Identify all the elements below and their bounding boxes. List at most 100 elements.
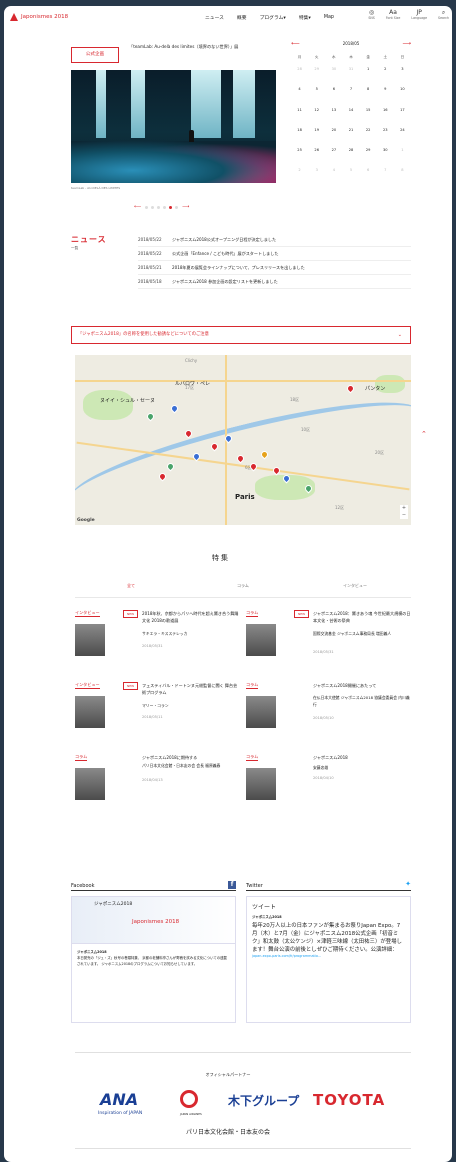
site-logo[interactable]: Japonismes 2018 <box>10 13 68 21</box>
calendar-day[interactable]: 14 <box>342 104 359 124</box>
kinoshita-logo[interactable]: 木下グループ <box>228 1092 299 1109</box>
calendar-day[interactable]: 8 <box>360 83 377 103</box>
map-pin[interactable] <box>169 403 180 414</box>
calendar-day[interactable]: 31 <box>342 63 359 83</box>
calendar-day[interactable]: 6 <box>325 83 342 103</box>
jal-logo-icon[interactable] <box>180 1090 198 1108</box>
calendar-day[interactable]: 26 <box>308 144 325 164</box>
event-map[interactable]: ルバロワ・ペレ パンタン ヌイイ・シュル・セーヌ Paris 17区 18区 1… <box>75 355 411 525</box>
news-item[interactable]: 2018/05/18 ジャポニスム2018 参加企画の設定リストを更新しました <box>138 275 411 289</box>
calendar-day[interactable]: 28 <box>291 63 308 83</box>
nav-program[interactable]: プログラム▾ <box>260 14 286 21</box>
calendar-day[interactable]: 10 <box>394 83 411 103</box>
calendar-day[interactable]: 17 <box>394 104 411 124</box>
calendar-day[interactable]: 9 <box>377 83 394 103</box>
scroll-up-icon[interactable]: ⌃ <box>421 430 427 438</box>
font-size-button[interactable]: Aa Font Size <box>386 9 401 20</box>
calendar-day[interactable]: 22 <box>360 124 377 144</box>
slider-dot[interactable] <box>151 205 155 209</box>
calendar-day[interactable]: 30 <box>325 63 342 83</box>
prev-arrow-icon[interactable]: ⟵ <box>134 204 141 210</box>
logo-text: Japonismes 2018 <box>21 14 69 20</box>
calendar-day[interactable]: 30 <box>377 144 394 164</box>
notice-banner[interactable]: 「ジャポニスム2018」の名称を使用した勧誘などについてのご注意 ⌄ <box>71 326 411 344</box>
calendar-prev-icon[interactable]: ⟵ <box>291 40 300 47</box>
slider-dot[interactable] <box>157 205 161 209</box>
map-pin[interactable] <box>145 411 156 422</box>
news-item[interactable]: 2018/05/21 2018年夏の展覧会ラインナップについて、プレスリリースを出… <box>138 261 411 275</box>
tab-interview[interactable]: インタビュー <box>299 583 411 597</box>
calendar-next-icon[interactable]: ⟶ <box>402 40 411 47</box>
hero-image[interactable] <box>71 70 276 183</box>
calendar-day[interactable]: 19 <box>308 124 325 144</box>
calendar-day[interactable]: 4 <box>291 83 308 103</box>
feature-card[interactable]: コラム ジャポニスム2018 安藤忠雄 2018/04/10 <box>246 754 411 826</box>
calendar-day[interactable]: 4 <box>325 164 342 184</box>
facebook-icon[interactable]: f <box>228 881 236 889</box>
calendar-day[interactable]: 5 <box>342 164 359 184</box>
map-pin[interactable] <box>345 383 356 394</box>
calendar-day[interactable]: 25 <box>291 144 308 164</box>
tab-column[interactable]: コラム <box>187 583 299 597</box>
nav-features[interactable]: 特集▾ <box>299 14 311 21</box>
map-pin[interactable] <box>183 428 194 439</box>
tweet-link[interactable]: japan-expo-paris.com/fr/programmatio... <box>252 954 405 958</box>
calendar-day[interactable]: 27 <box>325 144 342 164</box>
calendar-day[interactable]: 18 <box>291 124 308 144</box>
toyota-logo[interactable]: TOYOTA <box>313 1091 385 1109</box>
calendar-day[interactable]: 13 <box>325 104 342 124</box>
feature-card[interactable]: インタビュー NEW フェスティバル・ドートンヌ元総監督に聞く 舞台芸術プログラム… <box>75 682 240 754</box>
calendar-day[interactable]: 29 <box>308 63 325 83</box>
twitter-widget[interactable]: ツイート ジャポニスム2018 毎年20万人以上の日本ファンが集まるお祭りJap… <box>246 896 411 1023</box>
calendar-day[interactable]: 20 <box>325 124 342 144</box>
calendar-day[interactable]: 15 <box>360 104 377 124</box>
nav-map[interactable]: Map <box>324 15 334 20</box>
feature-card[interactable]: インタビュー NEW 2018年秋、京都からパリへ時代を超え響き合う舞踊文化 20… <box>75 610 240 682</box>
news-item[interactable]: 2018/05/22 公式企画「Enfance / こども時代」展がスタートしまし… <box>138 247 411 261</box>
sns-button[interactable]: ◎ SNS <box>368 9 374 20</box>
next-arrow-icon[interactable]: ⟶ <box>182 204 189 210</box>
language-button[interactable]: JP Language <box>411 9 427 20</box>
official-badge[interactable]: 公式企画 <box>71 47 119 63</box>
feature-card[interactable]: コラム ジャポニスム2018開催にあたって 在仏日本大使館 ジャポニスム2018… <box>246 682 411 754</box>
twitter-icon[interactable]: ✦ <box>405 881 411 888</box>
nav-about[interactable]: 概要 <box>237 14 247 21</box>
feature-portrait <box>75 624 105 656</box>
slider-dot[interactable] <box>175 205 179 209</box>
calendar-day[interactable]: 16 <box>377 104 394 124</box>
calendar-day[interactable]: 3 <box>394 63 411 83</box>
calendar-day[interactable]: 11 <box>291 104 308 124</box>
hero-caption[interactable]: 「teamLab: Au-delà des limites（境界のない世界）」展 <box>129 44 238 50</box>
calendar-day[interactable]: 1 <box>394 144 411 164</box>
news-item[interactable]: 2018/05/22 ジャポニスム2018公式オープニング日程が決定しました <box>138 233 411 247</box>
tab-all[interactable]: 全て <box>75 583 187 597</box>
calendar-day[interactable]: 29 <box>360 144 377 164</box>
ana-logo[interactable]: ANA <box>100 1090 138 1109</box>
calendar-day[interactable]: 12 <box>308 104 325 124</box>
calendar-day[interactable]: 28 <box>342 144 359 164</box>
slider-dot-active[interactable] <box>169 205 173 209</box>
calendar-day[interactable]: 5 <box>308 83 325 103</box>
search-button[interactable]: ⌕ Search <box>438 9 449 20</box>
map-zoom-controls[interactable]: + − <box>400 505 408 519</box>
facebook-widget[interactable]: ジャポニスム2018 Japonismes 2018 ジャポニスム2018 本日発売… <box>71 896 236 1023</box>
calendar-day[interactable]: 6 <box>360 164 377 184</box>
calendar-day[interactable]: 24 <box>394 124 411 144</box>
calendar-day[interactable]: 21 <box>342 124 359 144</box>
calendar-day[interactable]: 7 <box>377 164 394 184</box>
zoom-out-icon[interactable]: − <box>400 512 408 519</box>
nav-news[interactable]: ニュース <box>205 14 224 21</box>
calendar-day[interactable]: 8 <box>394 164 411 184</box>
feature-card[interactable]: コラム NEW ジャポニスム2018：響きあう魂 今世紀最大規模の日本文化・芸術の… <box>246 610 411 682</box>
slider-dot[interactable] <box>145 205 149 209</box>
news-all-link[interactable]: 一覧 <box>71 246 78 251</box>
feature-card[interactable]: コラム ジャポニスム2018に期待する パリ日本文化会館・日本友の会 会長 福原… <box>75 754 240 826</box>
calendar-day[interactable]: 2 <box>377 63 394 83</box>
calendar-day[interactable]: 23 <box>377 124 394 144</box>
calendar-day[interactable]: 3 <box>308 164 325 184</box>
zoom-in-icon[interactable]: + <box>400 505 408 512</box>
slider-dot[interactable] <box>163 205 167 209</box>
calendar-day[interactable]: 1 <box>360 63 377 83</box>
calendar-day[interactable]: 7 <box>342 83 359 103</box>
calendar-day[interactable]: 2 <box>291 164 308 184</box>
